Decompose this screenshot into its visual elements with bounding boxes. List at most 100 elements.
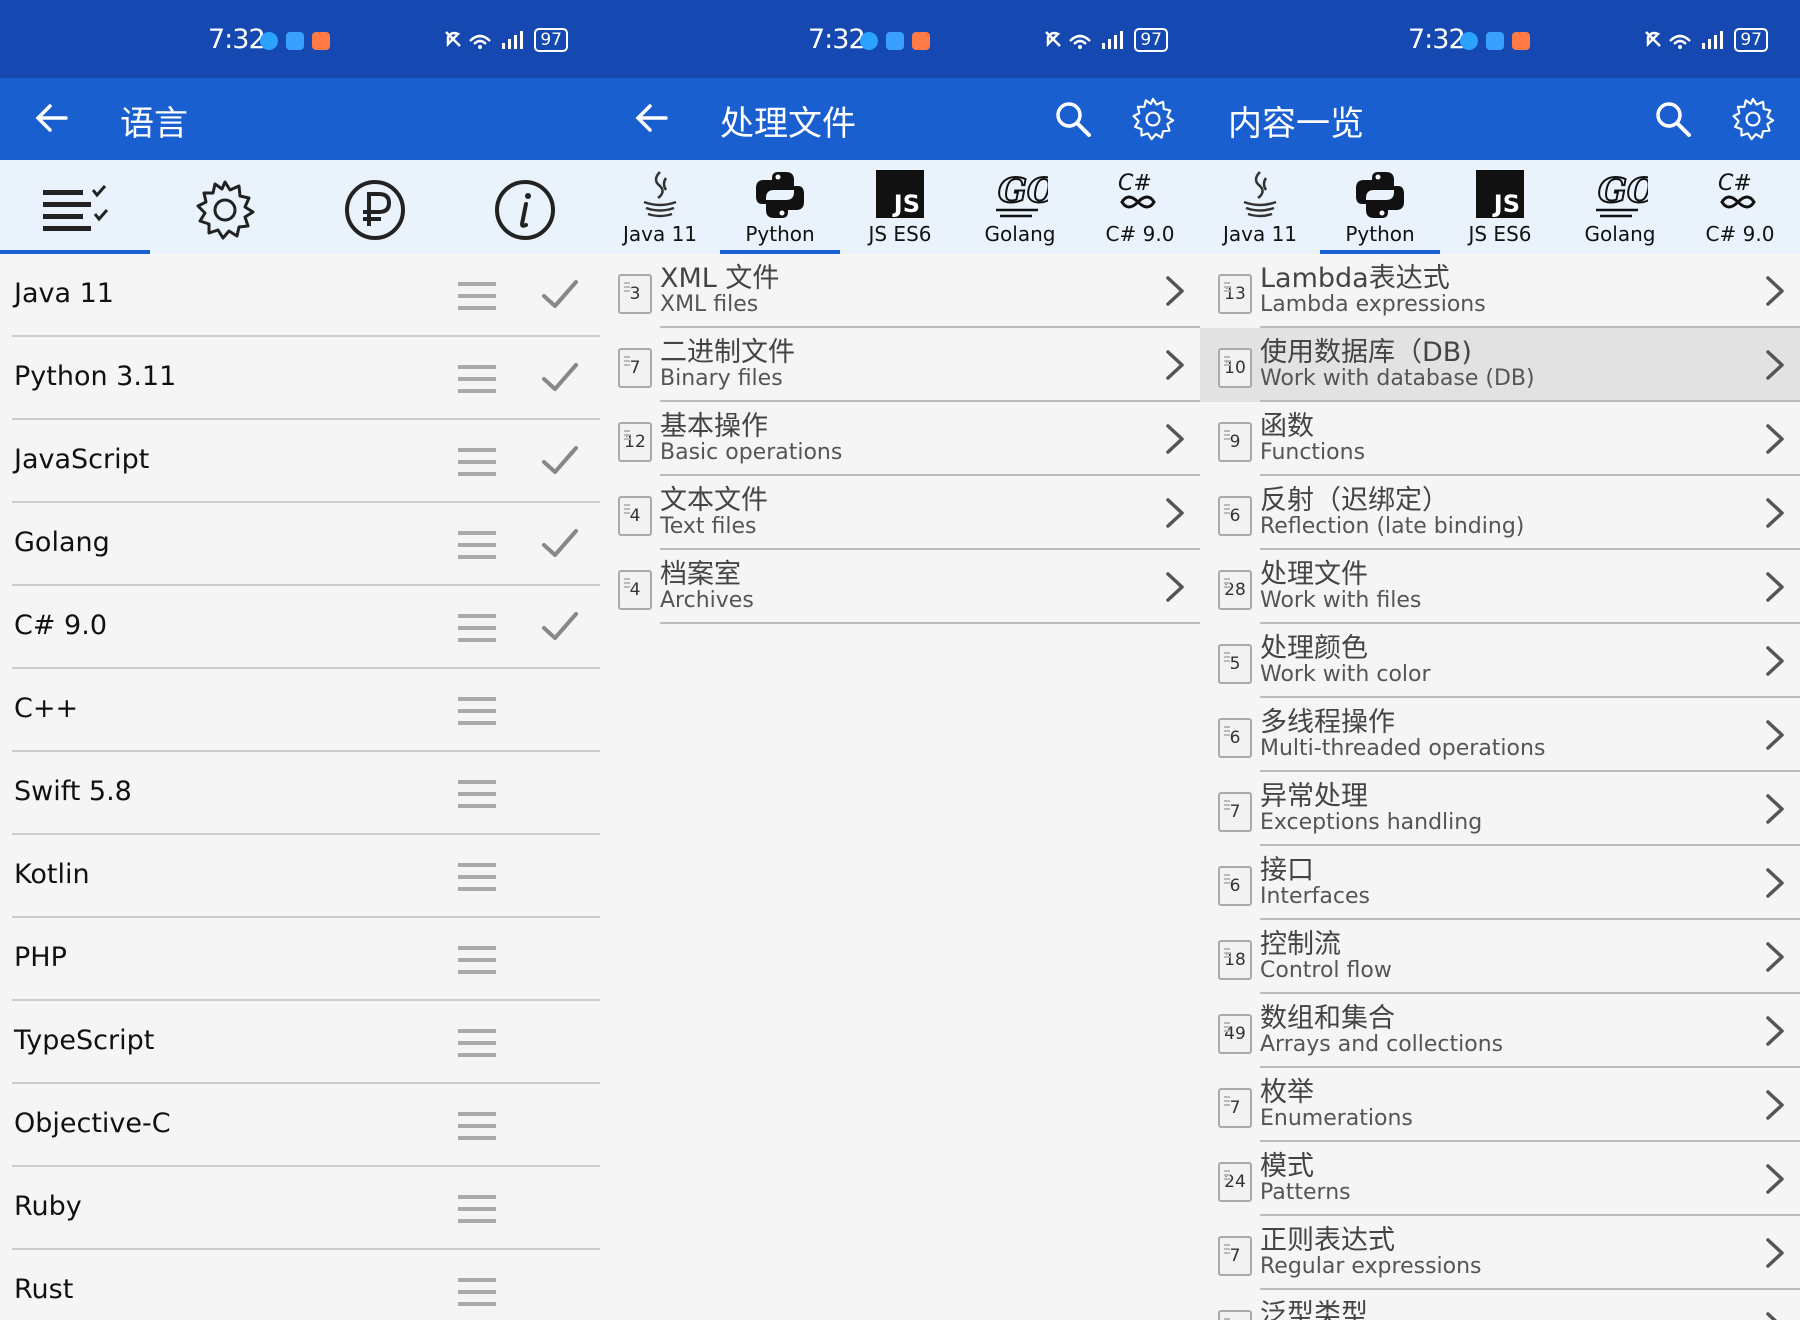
tab-label: JS ES6	[1468, 222, 1532, 246]
topic-row[interactable]: 4 文本文件 Text files	[600, 476, 1200, 550]
tab-languages[interactable]	[0, 160, 150, 254]
tab-language-1[interactable]: Python	[1320, 160, 1440, 254]
drag-handle-icon[interactable]	[458, 612, 496, 644]
topic-row[interactable]: 28 处理文件 Work with files	[1200, 550, 1800, 624]
topic-subtitle: Reflection (late binding)	[1260, 514, 1525, 539]
language-name: Ruby	[14, 1191, 82, 1222]
topic-row[interactable]: 3 XML 文件 XML files	[600, 254, 1200, 328]
drag-handle-icon[interactable]	[458, 529, 496, 561]
language-row[interactable]: Python 3.11	[0, 337, 600, 420]
status-bar: 7:32 97	[1200, 0, 1800, 78]
topic-row[interactable]: 49 数组和集合 Arrays and collections	[1200, 994, 1800, 1068]
tab-language-0[interactable]: Java 11	[600, 160, 720, 254]
topic-row[interactable]: 18 控制流 Control flow	[1200, 920, 1800, 994]
back-arrow-icon[interactable]	[30, 96, 74, 140]
topic-count-badge: 10	[1218, 348, 1252, 388]
language-row[interactable]: C# 9.0	[0, 586, 600, 669]
drag-handle-icon[interactable]	[458, 944, 496, 976]
topic-row[interactable]: 9 函数 Functions	[1200, 402, 1800, 476]
chevron-right-icon	[1766, 720, 1784, 750]
drag-handle-icon[interactable]	[458, 778, 496, 810]
drag-handle-icon[interactable]	[458, 695, 496, 727]
tab-donate[interactable]	[300, 160, 450, 254]
topic-row[interactable]: 5 处理颜色 Work with color	[1200, 624, 1800, 698]
drag-handle-icon[interactable]	[458, 1027, 496, 1059]
topic-row[interactable]: 6 多线程操作 Multi-threaded operations	[1200, 698, 1800, 772]
drag-handle-icon[interactable]	[458, 861, 496, 893]
topic-row[interactable]: 6 接口 Interfaces	[1200, 846, 1800, 920]
gear-icon[interactable]	[1730, 96, 1776, 142]
topic-subtitle: Regular expressions	[1260, 1254, 1482, 1279]
drag-handle-icon[interactable]	[458, 1193, 496, 1225]
topic-title: 文本文件	[660, 485, 768, 516]
search-icon[interactable]	[1050, 96, 1096, 142]
notification-icons	[260, 32, 330, 50]
chevron-right-icon	[1766, 276, 1784, 306]
language-row[interactable]: PHP	[0, 918, 600, 1001]
tab-settings[interactable]	[150, 160, 300, 254]
tab-label: Golang	[1584, 222, 1656, 246]
topic-files-screen: 7:32 97 处理文件 Java 11 Python JS JS ES6 G …	[600, 0, 1200, 1320]
language-name: Swift 5.8	[14, 776, 132, 807]
tab-language-1[interactable]: Python	[720, 160, 840, 254]
tab-language-2[interactable]: JS JS ES6	[1440, 160, 1560, 254]
tab-language-3[interactable]: GO Golang	[960, 160, 1080, 254]
language-row[interactable]: Golang	[0, 503, 600, 586]
topic-subtitle: Work with files	[1260, 588, 1422, 613]
tab-label: C# 9.0	[1705, 222, 1775, 246]
topic-row[interactable]: 7 枚举 Enumerations	[1200, 1068, 1800, 1142]
tab-info[interactable]	[450, 160, 600, 254]
row-divider	[660, 622, 1200, 624]
topic-row[interactable]: 泛型类型	[1200, 1290, 1800, 1320]
language-row[interactable]: Swift 5.8	[0, 752, 600, 835]
topic-subtitle: Basic operations	[660, 440, 843, 465]
tab-language-2[interactable]: JS JS ES6	[840, 160, 960, 254]
topic-row[interactable]: 24 模式 Patterns	[1200, 1142, 1800, 1216]
gear-icon[interactable]	[1130, 96, 1176, 142]
back-arrow-icon[interactable]	[630, 96, 674, 140]
topic-row[interactable]: 10 使用数据库（DB) Work with database (DB)	[1200, 328, 1800, 402]
topic-title: 二进制文件	[660, 337, 795, 368]
tab-language-0[interactable]: Java 11	[1200, 160, 1320, 254]
checkmark-icon	[542, 612, 578, 640]
drag-handle-icon[interactable]	[458, 280, 496, 312]
language-row[interactable]: Ruby	[0, 1167, 600, 1250]
language-name: PHP	[14, 942, 67, 973]
topic-row[interactable]: 13 Lambda表达式 Lambda expressions	[1200, 254, 1800, 328]
language-row[interactable]: Kotlin	[0, 835, 600, 918]
topic-title: XML 文件	[660, 263, 780, 294]
language-row[interactable]: Objective-C	[0, 1084, 600, 1167]
drag-handle-icon[interactable]	[458, 363, 496, 395]
language-row[interactable]: JavaScript	[0, 420, 600, 503]
topic-title: 函数	[1260, 411, 1314, 442]
topic-count-badge: 4	[618, 570, 652, 610]
language-row[interactable]: Java 11	[0, 254, 600, 337]
tab-language-4[interactable]: C# C# 9.0	[1680, 160, 1800, 254]
search-icon[interactable]	[1650, 96, 1696, 142]
topic-row[interactable]: 4 档案室 Archives	[600, 550, 1200, 624]
js-icon: JS	[876, 170, 924, 218]
drag-handle-icon[interactable]	[458, 1110, 496, 1142]
drag-handle-icon[interactable]	[458, 446, 496, 478]
tab-language-3[interactable]: GO Golang	[1560, 160, 1680, 254]
page-title: 处理文件	[720, 104, 856, 144]
topic-row[interactable]: 6 反射（迟绑定） Reflection (late binding)	[1200, 476, 1800, 550]
topic-subtitle: Exceptions handling	[1260, 810, 1483, 835]
topic-subtitle: Interfaces	[1260, 884, 1370, 909]
topic-row[interactable]: 7 正则表达式 Regular expressions	[1200, 1216, 1800, 1290]
topic-count-badge: 3	[618, 274, 652, 314]
status-bar: 7:32 97	[600, 0, 1200, 78]
topic-row[interactable]: 12 基本操作 Basic operations	[600, 402, 1200, 476]
topic-row[interactable]: 7 异常处理 Exceptions handling	[1200, 772, 1800, 846]
language-row[interactable]: TypeScript	[0, 1001, 600, 1084]
language-row[interactable]: Rust	[0, 1250, 600, 1320]
topic-subtitle: Work with color	[1260, 662, 1431, 687]
topic-row[interactable]: 7 二进制文件 Binary files	[600, 328, 1200, 402]
topic-subtitle: Binary files	[660, 366, 783, 391]
topic-list: 13 Lambda表达式 Lambda expressions 10 使用数据库（DB)…	[1200, 254, 1800, 1320]
topic-title: 正则表达式	[1260, 1225, 1395, 1256]
drag-handle-icon[interactable]	[458, 1276, 496, 1308]
tab-language-4[interactable]: C# C# 9.0	[1080, 160, 1200, 254]
language-row[interactable]: C++	[0, 669, 600, 752]
topic-title: 处理颜色	[1260, 633, 1368, 664]
